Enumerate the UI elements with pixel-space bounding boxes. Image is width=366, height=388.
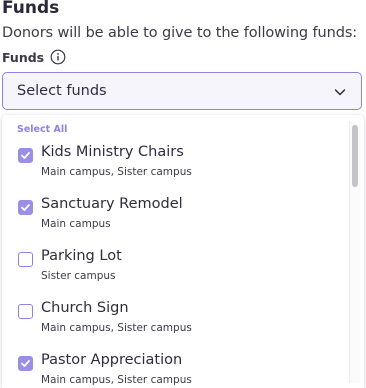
fund-option[interactable]: Pastor Appreciation Main campus, Sister c…: [2, 352, 342, 388]
funds-field-label-row: Funds: [2, 48, 66, 66]
fund-option-name: Pastor Appreciation: [41, 352, 183, 368]
fund-option-name: Sanctuary Remodel: [41, 196, 183, 212]
dropdown-scrollbar[interactable]: [349, 121, 360, 383]
checkbox-checked[interactable]: [18, 148, 33, 163]
checkbox-unchecked[interactable]: [18, 304, 33, 319]
fund-option[interactable]: Kids Ministry Chairs Main campus, Sister …: [2, 144, 342, 192]
checkbox-checked[interactable]: [18, 200, 33, 215]
section-title: Funds: [2, 0, 60, 18]
fund-option-name: Church Sign: [41, 300, 129, 316]
fund-option-campuses: Sister campus: [41, 270, 116, 282]
funds-select[interactable]: Select funds: [2, 72, 362, 110]
funds-dropdown-menu: Select All Kids Ministry Chairs Main camp…: [2, 115, 364, 388]
fund-option[interactable]: Church Sign Main campus, Sister campus: [2, 300, 342, 348]
fund-option-campuses: Main campus, Sister campus: [41, 322, 192, 334]
checkbox-unchecked[interactable]: [18, 252, 33, 267]
checkbox-checked[interactable]: [18, 356, 33, 371]
info-icon[interactable]: [50, 49, 66, 65]
fund-option-campuses: Main campus: [41, 218, 111, 230]
fund-option-name: Kids Ministry Chairs: [41, 144, 184, 160]
chevron-down-icon: [333, 84, 347, 98]
funds-select-placeholder: Select funds: [17, 83, 107, 99]
fund-option-campuses: Main campus, Sister campus: [41, 166, 192, 178]
funds-settings-panel: Funds Donors will be able to give to the…: [0, 0, 366, 388]
dropdown-scrollbar-thumb[interactable]: [352, 125, 358, 187]
fund-option-campuses: Main campus, Sister campus: [41, 374, 192, 386]
select-all-button[interactable]: Select All: [17, 124, 67, 135]
fund-option[interactable]: Sanctuary Remodel Main campus: [2, 196, 342, 244]
funds-field-label: Funds: [2, 49, 45, 65]
section-description: Donors will be able to give to the follo…: [2, 25, 358, 41]
fund-option-name: Parking Lot: [41, 248, 122, 264]
fund-option[interactable]: Parking Lot Sister campus: [2, 248, 342, 296]
